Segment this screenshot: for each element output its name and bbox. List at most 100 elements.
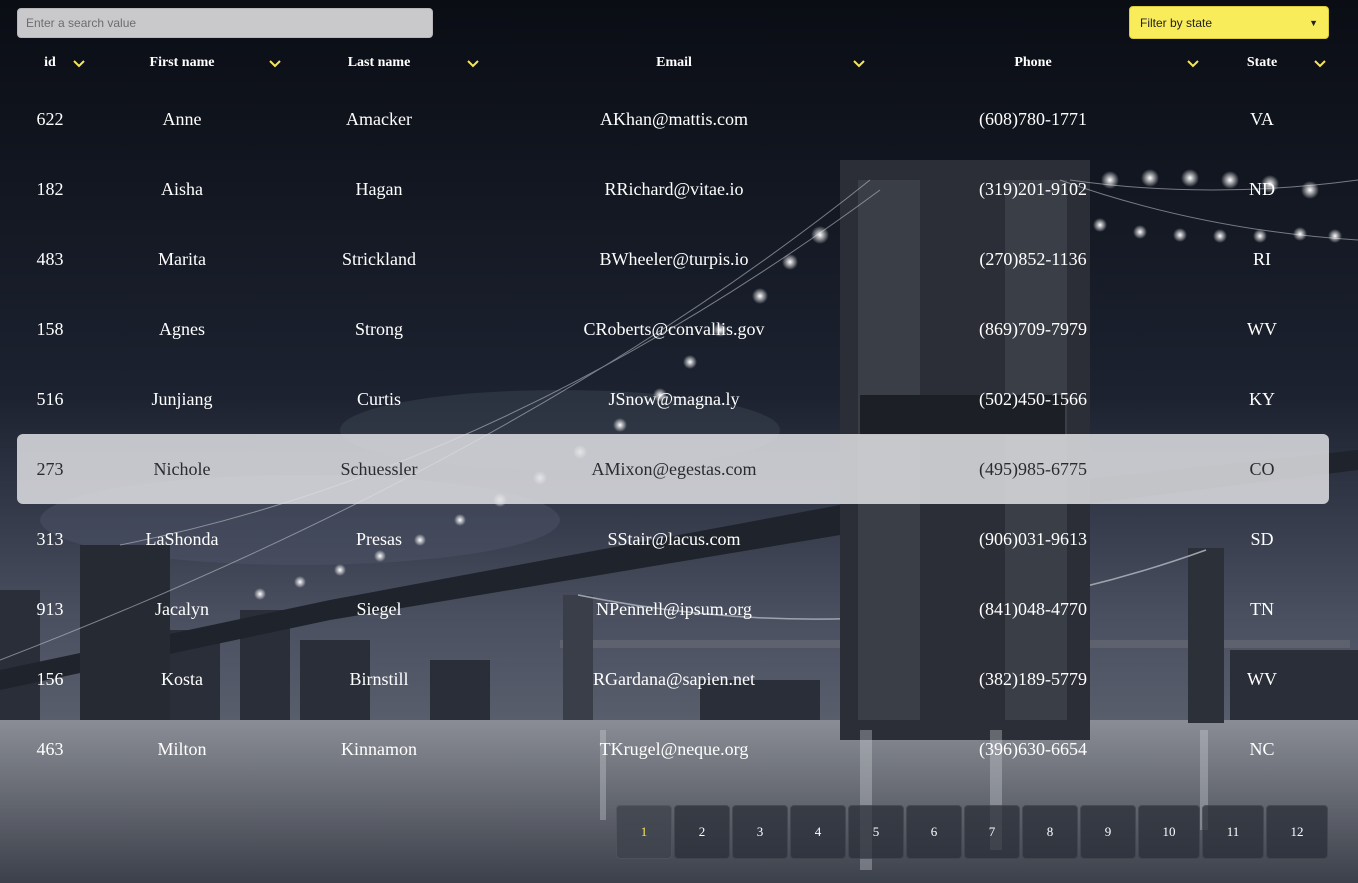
cell-first-name: Kosta	[161, 668, 203, 689]
page-button-10[interactable]: 10	[1138, 805, 1200, 859]
table-row[interactable]: 156 Kosta Birnstill RGardana@sapien.net …	[17, 644, 1329, 714]
column-header-label: State	[1246, 55, 1278, 70]
cell-first-name: Milton	[157, 738, 207, 759]
cell-last-name: Curtis	[356, 388, 401, 409]
cell-state: WV	[1247, 668, 1277, 689]
chevron-down-icon[interactable]	[852, 56, 866, 70]
cell-id: 156	[36, 668, 64, 689]
cell-phone: (396)630-6654	[979, 738, 1087, 759]
cell-id: 182	[36, 178, 64, 199]
page-button-8[interactable]: 8	[1022, 805, 1078, 859]
cell-first-name: Anne	[162, 108, 202, 129]
page-button-11[interactable]: 11	[1202, 805, 1264, 859]
table-row-highlighted[interactable]: 273 Nichole Schuessler AMixon@egestas.co…	[17, 434, 1329, 504]
cell-last-name: Kinnamon	[341, 738, 417, 759]
column-header-label: First name	[149, 55, 215, 70]
state-filter-label: Filter by state	[1140, 15, 1213, 30]
page-button-12[interactable]: 12	[1266, 805, 1328, 859]
cell-phone: (319)201-9102	[979, 178, 1087, 199]
page-button-4[interactable]: 4	[790, 805, 846, 859]
users-table: id First name Last name Email Phone Stat…	[17, 48, 1329, 784]
table-row[interactable]: 622 Anne Amacker AKhan@mattis.com (608)7…	[17, 84, 1329, 154]
table-header: id First name Last name Email Phone Stat…	[17, 48, 1329, 78]
cell-phone: (869)709-7979	[979, 318, 1087, 339]
chevron-down-icon[interactable]	[268, 56, 282, 70]
table-row[interactable]: 913 Jacalyn Siegel NPennell@ipsum.org (8…	[17, 574, 1329, 644]
cell-email: JSnow@magna.ly	[608, 388, 740, 409]
cell-state: RI	[1253, 248, 1271, 269]
search-input[interactable]	[17, 8, 433, 38]
cell-last-name: Strickland	[342, 248, 416, 269]
cell-id: 463	[36, 738, 64, 759]
page-button-7[interactable]: 7	[964, 805, 1020, 859]
page-button-9[interactable]: 9	[1080, 805, 1136, 859]
table-row[interactable]: 313 LaShonda Presas SStair@lacus.com (90…	[17, 504, 1329, 574]
table-row[interactable]: 463 Milton Kinnamon TKrugel@neque.org (3…	[17, 714, 1329, 784]
cell-email: CRoberts@convallis.gov	[583, 318, 765, 339]
cell-email: TKrugel@neque.org	[599, 738, 749, 759]
table-body: 622 Anne Amacker AKhan@mattis.com (608)7…	[17, 84, 1329, 784]
chevron-down-icon: ▼	[1309, 17, 1318, 28]
cell-last-name: Presas	[356, 528, 402, 549]
cell-id: 913	[36, 598, 64, 619]
cell-last-name: Siegel	[356, 598, 402, 619]
state-filter-select[interactable]: Filter by state ▼	[1129, 6, 1329, 39]
pagination: 1 2 3 4 5 6 7 8 9 10 11 12	[616, 805, 1330, 859]
cell-first-name: Aisha	[161, 178, 203, 199]
cell-email: RGardana@sapien.net	[592, 668, 756, 689]
cell-phone: (841)048-4770	[979, 598, 1087, 619]
cell-first-name: Marita	[158, 248, 206, 269]
cell-email: RRichard@vitae.io	[604, 178, 744, 199]
column-header-label: id	[44, 55, 56, 70]
cell-phone: (502)450-1566	[979, 388, 1087, 409]
page-button-3[interactable]: 3	[732, 805, 788, 859]
cell-last-name: Schuessler	[340, 458, 418, 479]
column-header-phone[interactable]: Phone	[871, 48, 1199, 78]
cell-phone: (608)780-1771	[979, 108, 1087, 129]
column-header-first-name[interactable]: First name	[83, 48, 281, 78]
cell-state: NC	[1249, 738, 1275, 759]
column-header-label: Phone	[1014, 55, 1052, 70]
cell-email: NPennell@ipsum.org	[596, 598, 752, 619]
column-header-email[interactable]: Email	[477, 48, 871, 78]
page-button-1[interactable]: 1	[616, 805, 672, 859]
cell-phone: (382)189-5779	[979, 668, 1087, 689]
column-header-last-name[interactable]: Last name	[281, 48, 479, 78]
cell-state: WV	[1247, 318, 1277, 339]
cell-id: 313	[36, 528, 64, 549]
page-button-2[interactable]: 2	[674, 805, 730, 859]
cell-id: 622	[36, 108, 64, 129]
cell-id: 516	[36, 388, 64, 409]
page-button-5[interactable]: 5	[848, 805, 904, 859]
cell-email: AMixon@egestas.com	[591, 458, 757, 479]
table-row[interactable]: 158 Agnes Strong CRoberts@convallis.gov …	[17, 294, 1329, 364]
cell-phone: (270)852-1136	[979, 248, 1087, 269]
cell-email: AKhan@mattis.com	[599, 108, 749, 129]
cell-last-name: Birnstill	[349, 668, 409, 689]
cell-last-name: Amacker	[346, 108, 412, 129]
column-header-state[interactable]: State	[1195, 48, 1329, 78]
cell-last-name: Hagan	[355, 178, 403, 199]
cell-state: SD	[1250, 528, 1274, 549]
cell-email: SStair@lacus.com	[607, 528, 741, 549]
cell-id: 483	[36, 248, 64, 269]
column-header-id[interactable]: id	[17, 48, 85, 78]
cell-state: VA	[1250, 108, 1274, 129]
cell-id: 273	[36, 458, 64, 479]
cell-phone: (495)985-6775	[979, 458, 1087, 479]
cell-id: 158	[36, 318, 64, 339]
cell-first-name: Jacalyn	[155, 598, 209, 619]
cell-first-name: LaShonda	[145, 528, 219, 549]
cell-first-name: Junjiang	[151, 388, 213, 409]
table-row[interactable]: 182 Aisha Hagan RRichard@vitae.io (319)2…	[17, 154, 1329, 224]
cell-email: BWheeler@turpis.io	[599, 248, 749, 269]
cell-first-name: Agnes	[159, 318, 205, 339]
page-button-6[interactable]: 6	[906, 805, 962, 859]
table-row[interactable]: 516 Junjiang Curtis JSnow@magna.ly (502)…	[17, 364, 1329, 434]
cell-state: CO	[1249, 458, 1275, 479]
chevron-down-icon[interactable]	[1313, 56, 1327, 70]
cell-phone: (906)031-9613	[979, 528, 1087, 549]
cell-state: TN	[1250, 598, 1274, 619]
cell-last-name: Strong	[354, 318, 403, 339]
table-row[interactable]: 483 Marita Strickland BWheeler@turpis.io…	[17, 224, 1329, 294]
